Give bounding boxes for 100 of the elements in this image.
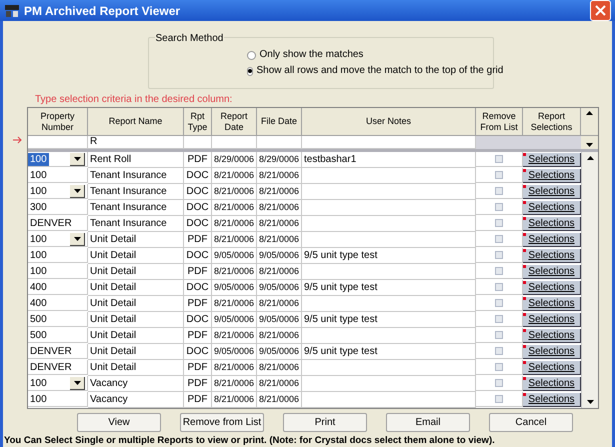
checkbox[interactable] [495,187,503,195]
radio-button[interactable] [246,50,256,60]
checkbox[interactable] [495,299,503,307]
checkbox[interactable] [495,379,503,387]
table-cell: 9/5 unit type test [302,248,476,264]
caret-icon[interactable] [74,156,80,160]
table-cell: 9/05/0006 [257,312,302,328]
table-cell: 400 [28,296,88,311]
table-cell: DENVER [28,216,88,231]
radio-label: Show all rows and move the match to the top of the grid [256,64,504,78]
checkbox[interactable] [495,283,503,291]
table-cell: 8/21/0006 [212,216,257,232]
table-cell: 8/29/0006 [212,152,257,168]
marker-icon [523,217,526,220]
column-header[interactable]: Property Number [28,108,88,136]
table-cell: 9/5 unit type test [302,312,476,328]
checkbox[interactable] [495,395,503,403]
table-cell: 9/05/0006 [212,312,257,328]
checkbox[interactable] [495,235,503,243]
checkbox[interactable] [495,251,503,259]
caret-icon[interactable] [74,236,80,240]
table-cell: DOC [184,184,212,200]
column-header[interactable]: Report Date [212,108,257,136]
selections-button[interactable]: Selections [523,217,581,231]
checkbox[interactable] [495,363,503,371]
table-cell: 9/05/0006 [212,248,257,264]
table-cell: PDF [184,232,212,248]
dropdown-button[interactable] [70,232,85,246]
table-cell: Vacancy [88,392,184,408]
scroll-up-icon[interactable] [586,156,594,160]
selections-button[interactable]: Selections [523,201,581,215]
selections-button[interactable]: Selections [523,393,581,407]
scroll-down-icon[interactable] [586,400,594,404]
window-title: PM Archived Report Viewer [24,2,182,20]
scroll-bar[interactable] [581,152,598,408]
checkbox[interactable] [495,315,503,323]
checkbox[interactable] [495,203,503,211]
column-header[interactable]: Report Name [88,108,184,136]
checkbox[interactable] [495,347,503,355]
table-cell: PDF [184,152,212,168]
table-cell: 400 [28,280,88,295]
selections-button[interactable]: Selections [523,169,581,183]
table-cell: 8/21/0006 [257,360,302,376]
selections-button[interactable]: Selections [523,329,581,343]
dropdown-button[interactable] [70,152,85,166]
action-button[interactable]: Print [283,413,367,432]
selections-button[interactable]: Selections [523,265,581,279]
checkbox[interactable] [495,331,503,339]
table-cell: 500 [28,312,88,327]
table-cell: 8/21/0006 [257,296,302,312]
marker-icon [523,377,526,380]
selections-button[interactable]: Selections [523,345,581,359]
checkbox[interactable] [495,267,503,275]
table-cell: 8/21/0006 [257,264,302,280]
column-header[interactable]: User Notes [302,108,476,136]
selections-button[interactable]: Selections [523,281,581,295]
action-button[interactable]: Cancel [489,413,573,432]
action-button[interactable]: Email [386,413,470,432]
selections-button[interactable]: Selections [523,297,581,311]
close-button[interactable] [590,0,611,21]
marker-icon [523,393,526,396]
scroll-down-icon[interactable] [586,143,593,147]
close-icon [595,5,606,16]
table-cell: 9/05/0006 [257,344,302,360]
table-cell: DENVER [28,344,88,359]
caret-icon[interactable] [74,380,80,384]
caret-icon[interactable] [74,188,80,192]
table-cell: 100 [28,392,88,407]
marker-icon [523,313,526,316]
table-cell: Unit Detail [88,264,184,280]
scroll-up-icon[interactable] [586,111,593,115]
selections-button[interactable]: Selections [523,377,581,391]
table-cell: 8/21/0006 [212,328,257,344]
checkbox[interactable] [495,219,503,227]
table-cell: testbashar1 [302,152,476,168]
checkbox[interactable] [495,171,503,179]
selections-button[interactable]: Selections [523,361,581,375]
radio-button[interactable] [246,66,252,76]
selections-button[interactable]: Selections [523,153,581,167]
table-cell: 8/21/0006 [257,376,302,392]
action-button[interactable]: View [77,413,161,432]
table-cell: 8/21/0006 [257,168,302,184]
selections-button[interactable]: Selections [523,313,581,327]
table-cell: DOC [184,344,212,360]
table-cell: 100 [28,168,88,183]
table-cell: 100 [28,232,88,247]
selections-button[interactable]: Selections [523,185,581,199]
selections-button[interactable]: Selections [523,249,581,263]
table-cell: 9/05/0006 [212,344,257,360]
table-cell: DOC [184,216,212,232]
table-cell: Unit Detail [88,312,184,328]
table-cell: PDF [184,328,212,344]
selections-button[interactable]: Selections [523,233,581,247]
column-header[interactable]: File Date [257,108,302,136]
dropdown-button[interactable] [70,376,85,390]
checkbox[interactable] [495,155,503,163]
dropdown-button[interactable] [70,184,85,198]
table-cell: Unit Detail [88,232,184,248]
action-button[interactable]: Remove from List [180,413,264,432]
column-header[interactable]: Rpt Type [184,108,212,136]
